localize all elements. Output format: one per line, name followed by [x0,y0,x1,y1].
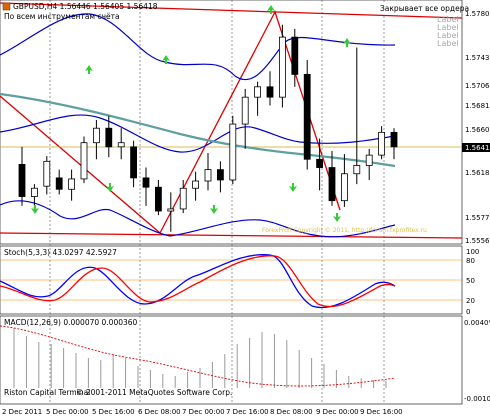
price-tick-6: 1.56185 [465,169,490,177]
stoch-scale-50: 50 [466,277,475,285]
candle-body [18,164,26,197]
stoch-label: Stoch(5,3,3) 43.0297 42.5927 [4,248,117,257]
candle-body [365,154,373,166]
candle-body [80,142,88,180]
time-tick-2: 5 Dec 16:00 [92,408,135,416]
candle-body [254,86,262,98]
price-tick-7: 1.55770 [465,214,490,222]
main-panel[interactable] [0,0,463,245]
candle-body [43,160,51,187]
symbol-line: GBPUSD,H4 1.56446 1.56405 1.56418 [13,2,158,11]
candle-body [353,165,361,175]
candle-body [266,86,274,98]
candle-body [303,73,311,160]
candle-body [130,146,138,179]
candle-body [30,187,38,197]
price-axis[interactable]: 1.57800 1.57430 1.57060 1.56815 1.56605 … [462,10,490,245]
stoch-scale-0: 0 [466,308,470,316]
candle-body [117,142,125,148]
price-tick-0: 1.57800 [465,10,490,18]
close-orders-label[interactable]: Закрывает все ордера [380,4,469,13]
price-tick-2: 1.57060 [465,82,490,90]
time-tick-0: 2 Dec 2011 [2,408,42,416]
macd-scale: 0.0040% -0.00103 [464,319,490,403]
price-tick-3: 1.56815 [465,102,490,110]
candle-body [204,169,212,182]
side-label-4: Label [437,39,459,48]
time-tick-6: 8 Dec 08:00 [270,408,313,416]
time-tick-1: 5 Dec 00:00 [46,408,89,416]
candle-body [328,167,336,202]
candle-body [340,173,348,202]
candle-body [93,127,100,144]
candle-body [179,187,187,210]
candle-body [105,127,113,148]
price-tick-8: 1.55560 [465,237,490,245]
macd-label: MACD(12,26,9) 0.000070 0.000360 [4,318,138,327]
time-tick-8: 9 Dec 16:00 [360,408,403,416]
symbol-icon [2,2,11,11]
candle-body [390,131,398,148]
candle-body [378,131,386,156]
candle-body [55,177,63,190]
candle-body [192,180,200,189]
price-tick-4: 1.56605 [465,126,490,134]
time-tick-4: 7 Dec 00:00 [182,408,225,416]
stoch-scale: 100 80 50 20 0 [466,248,479,316]
price-tick-1: 1.57430 [465,54,490,62]
stoch-scale-20: 20 [466,297,475,305]
candle-body [229,123,237,181]
time-tick-7: 9 Dec 00:00 [316,408,359,416]
candle-body [142,177,150,188]
indicator-text: По всем инструментам счёта [4,12,120,21]
candle-body [278,36,286,98]
time-tick-3: 6 Dec 08:00 [138,408,181,416]
candle-body [291,36,299,75]
candle-body [241,96,249,125]
candle-body [216,169,224,181]
time-tick-5: 7 Dec 16:00 [226,408,269,416]
candle-body [167,208,175,212]
stoch-scale-100: 100 [466,248,479,256]
watermark: ForexProfi Copyright © 2011, http://foru… [262,227,427,234]
copyright-line-2: © 2001-2011 MetaQuotes Software Corp. [76,388,232,397]
current-price: 1.56418 [465,144,490,152]
time-axis[interactable]: 2 Dec 2011 5 Dec 00:00 5 Dec 16:00 6 Dec… [2,408,403,416]
macd-scale-bottom: -0.00103 [464,395,490,403]
macd-scale-top: 0.0040% [464,319,490,327]
trading-chart[interactable]: GBPUSD,H4 1.56446 1.56405 1.56418 По все… [0,0,490,420]
candle-body [154,186,162,212]
candle-body [68,178,75,190]
stoch-scale-80: 80 [466,257,475,265]
candle-body [316,158,324,168]
